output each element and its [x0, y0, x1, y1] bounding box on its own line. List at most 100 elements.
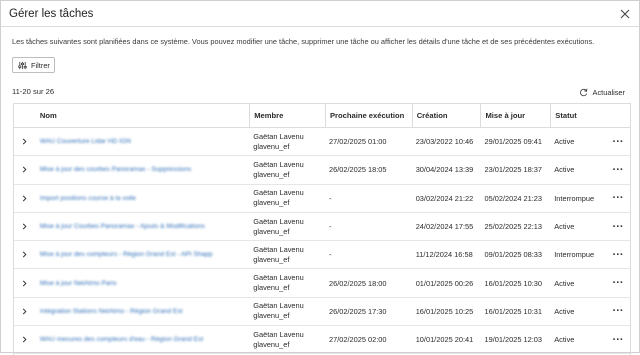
task-name-cell: Mise à jour Courbes Panoramax - Ajouts &… — [36, 213, 249, 240]
created-cell: 03/02/2024 21:22 — [415, 193, 474, 203]
expand-row-button[interactable] — [14, 128, 36, 155]
table-row[interactable]: Import positions course à la voile Gaëta… — [14, 185, 630, 213]
more-horizontal-icon: ··· — [612, 333, 624, 346]
table-row[interactable]: Intégration Stations NetAtmo - Région Gr… — [14, 298, 630, 327]
header-next-run[interactable]: Prochaine exécution — [324, 104, 412, 128]
updated-cell: 23/01/2025 18:37 — [484, 165, 543, 175]
task-name-link[interactable]: Intégration Stations NetAtmo - Région Gr… — [40, 308, 183, 315]
expand-row-button[interactable] — [14, 269, 36, 296]
chevron-right-icon — [21, 138, 28, 145]
header-status[interactable]: Statut — [550, 104, 606, 128]
filter-button[interactable]: Filtrer — [12, 57, 55, 73]
table-row[interactable]: Mise à jour Courbes Panoramax - Ajouts &… — [14, 213, 630, 242]
tasks-table: Nom Membre Prochaine exécution Création … — [13, 103, 631, 355]
member-cell: Gaëtan Lavenu glavenu_ef — [249, 156, 325, 183]
member-name: Gaëtan Lavenu — [253, 159, 304, 169]
expand-row-button[interactable] — [14, 298, 36, 325]
task-name-cell: Intégration Stations NetAtmo - Région Gr… — [36, 298, 249, 325]
created-cell: 10/01/2025 20:41 — [415, 335, 474, 345]
more-horizontal-icon: ··· — [612, 277, 624, 290]
member-name: Gaëtan Lavenu — [253, 273, 304, 283]
task-name-cell: Mise à jour des compteurs - Région Grand… — [36, 241, 249, 268]
created-cell: 01/01/2025 00:26 — [415, 278, 474, 288]
close-icon[interactable] — [619, 8, 631, 20]
dialog-description: Les tâches suivantes sont planifiées dan… — [12, 37, 595, 46]
filter-button-label: Filtrer — [31, 60, 50, 70]
created-cell: 24/02/2024 17:55 — [415, 222, 474, 232]
more-actions-button[interactable]: ··· — [606, 269, 630, 296]
expand-row-button[interactable] — [14, 213, 36, 240]
expand-row-button[interactable] — [14, 156, 36, 183]
more-actions-button[interactable]: ··· — [606, 298, 630, 325]
task-name-link[interactable]: Mise à jour NetAtmo Paris — [40, 280, 117, 287]
chevron-right-icon — [21, 166, 28, 173]
member-name: Gaëtan Lavenu — [253, 216, 304, 226]
more-horizontal-icon: ··· — [612, 220, 624, 233]
more-horizontal-icon: ··· — [612, 192, 624, 205]
more-actions-button[interactable]: ··· — [606, 128, 630, 155]
member-name: Gaëtan Lavenu — [253, 188, 304, 198]
updated-cell: 29/01/2025 09:41 — [484, 137, 543, 147]
next-run-cell: - — [328, 250, 332, 260]
refresh-icon — [579, 88, 587, 97]
member-cell: Gaëtan Lavenu glavenu_ef — [249, 269, 325, 296]
header-member[interactable]: Membre — [249, 104, 325, 128]
status-cell: Active — [554, 278, 575, 288]
status-cell: Active — [554, 165, 575, 175]
header-created[interactable]: Création — [411, 104, 481, 128]
updated-cell: 05/02/2024 21:23 — [484, 193, 543, 203]
member-username: glavenu_ef — [253, 198, 290, 208]
chevron-right-icon — [21, 195, 28, 202]
member-cell: Gaëtan Lavenu glavenu_ef — [249, 185, 325, 212]
next-run-cell: 26/02/2025 18:05 — [328, 165, 387, 175]
header-expand — [14, 104, 36, 128]
task-name-link[interactable]: Import positions course à la voile — [40, 195, 136, 202]
member-name: Gaëtan Lavenu — [253, 301, 304, 311]
status-cell: Active — [554, 335, 575, 345]
refresh-label: Actualiser — [592, 88, 625, 97]
sliders-icon — [18, 61, 27, 69]
table-row[interactable]: Mise à jour NetAtmo Paris Gaëtan Lavenu … — [14, 269, 630, 298]
more-actions-button[interactable]: ··· — [606, 213, 630, 240]
more-actions-button[interactable]: ··· — [606, 156, 630, 183]
header-name[interactable]: Nom — [36, 104, 249, 128]
task-name-cell: WAU Couverture Lidar HD IGN — [36, 128, 249, 155]
dialog-title: Gérer les tâches — [9, 7, 94, 20]
header-actions — [606, 104, 630, 128]
table-header: Nom Membre Prochaine exécution Création … — [14, 104, 630, 128]
more-actions-button[interactable]: ··· — [606, 326, 630, 353]
task-name-link[interactable]: WAU mesures des compteurs d'eau - Région… — [40, 336, 203, 343]
member-cell: Gaëtan Lavenu glavenu_ef — [249, 326, 325, 353]
next-run-cell: - — [328, 193, 332, 203]
task-name-link[interactable]: Mise à jour des courbes Panoramax - Supp… — [40, 166, 191, 173]
table-body: WAU Couverture Lidar HD IGN Gaëtan Laven… — [14, 128, 630, 355]
updated-cell: 19/01/2025 12:03 — [484, 335, 543, 345]
status-cell: Active — [554, 222, 575, 232]
header-updated[interactable]: Mise à jour — [480, 104, 550, 128]
table-row[interactable]: Mise à jour des courbes Panoramax - Supp… — [14, 156, 630, 185]
table-row[interactable]: WAU mesures des compteurs d'eau - Région… — [14, 326, 630, 355]
refresh-button[interactable]: Actualiser — [579, 88, 625, 97]
member-cell: Gaëtan Lavenu glavenu_ef — [249, 128, 325, 155]
expand-row-button[interactable] — [14, 185, 36, 212]
task-name-link[interactable]: Mise à jour Courbes Panoramax - Ajouts &… — [40, 223, 205, 230]
expand-row-button[interactable] — [14, 241, 36, 268]
task-name-link[interactable]: WAU Couverture Lidar HD IGN — [40, 138, 131, 145]
more-actions-button[interactable]: ··· — [606, 241, 630, 268]
next-run-cell: 26/02/2025 17:30 — [328, 306, 387, 316]
expand-row-button[interactable] — [14, 326, 36, 353]
table-row[interactable]: WAU Couverture Lidar HD IGN Gaëtan Laven… — [14, 128, 630, 157]
table-row[interactable]: Mise à jour des compteurs - Région Grand… — [14, 241, 630, 270]
member-cell: Gaëtan Lavenu glavenu_ef — [249, 298, 325, 325]
chevron-right-icon — [21, 308, 28, 315]
updated-cell: 09/01/2025 08:33 — [484, 250, 543, 260]
member-username: glavenu_ef — [253, 283, 290, 293]
chevron-right-icon — [21, 280, 28, 287]
member-username: glavenu_ef — [253, 226, 290, 236]
created-cell: 30/04/2024 13:39 — [415, 165, 474, 175]
task-name-link[interactable]: Mise à jour des compteurs - Région Grand… — [40, 251, 213, 258]
manage-tasks-dialog: Gérer les tâches Les tâches suivantes so… — [0, 0, 640, 355]
task-name-cell: Import positions course à la voile — [36, 185, 249, 212]
member-cell: Gaëtan Lavenu glavenu_ef — [249, 241, 325, 268]
more-actions-button[interactable]: ··· — [606, 185, 630, 212]
